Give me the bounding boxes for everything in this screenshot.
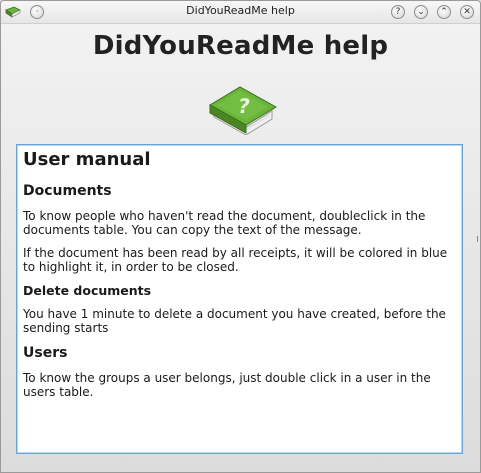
- paragraph: To know the groups a user belongs, just …: [23, 371, 431, 399]
- paragraph: You have 1 minute to delete a document y…: [23, 307, 446, 335]
- window-title: DidYouReadMe help: [186, 4, 295, 17]
- title-bar[interactable]: · DidYouReadMe help ? ⌄ ⌃ ✕: [1, 1, 480, 24]
- section-heading-users: Users: [23, 345, 68, 361]
- help-text: User manual Documents To know people who…: [23, 149, 454, 408]
- resize-grip[interactable]: [477, 236, 480, 242]
- page-title: DidYouReadMe help: [92, 31, 389, 61]
- paragraph: If the document has been read by all rec…: [23, 246, 448, 274]
- green-book-question-icon: ?: [209, 86, 277, 135]
- help-window: · DidYouReadMe help ? ⌄ ⌃ ✕ DidYouReadMe…: [0, 0, 481, 473]
- section-heading-documents: Documents: [23, 183, 112, 199]
- maximize-button[interactable]: ⌃: [437, 5, 451, 19]
- help-button[interactable]: ?: [391, 5, 405, 19]
- paragraph: To know people who haven't read the docu…: [23, 209, 426, 237]
- close-button[interactable]: ✕: [460, 5, 474, 19]
- section-heading-delete-documents: Delete documents: [23, 283, 152, 298]
- help-content-panel[interactable]: User manual Documents To know people who…: [16, 144, 463, 454]
- minimize-button[interactable]: ⌄: [414, 5, 428, 19]
- manual-title: User manual: [23, 149, 151, 170]
